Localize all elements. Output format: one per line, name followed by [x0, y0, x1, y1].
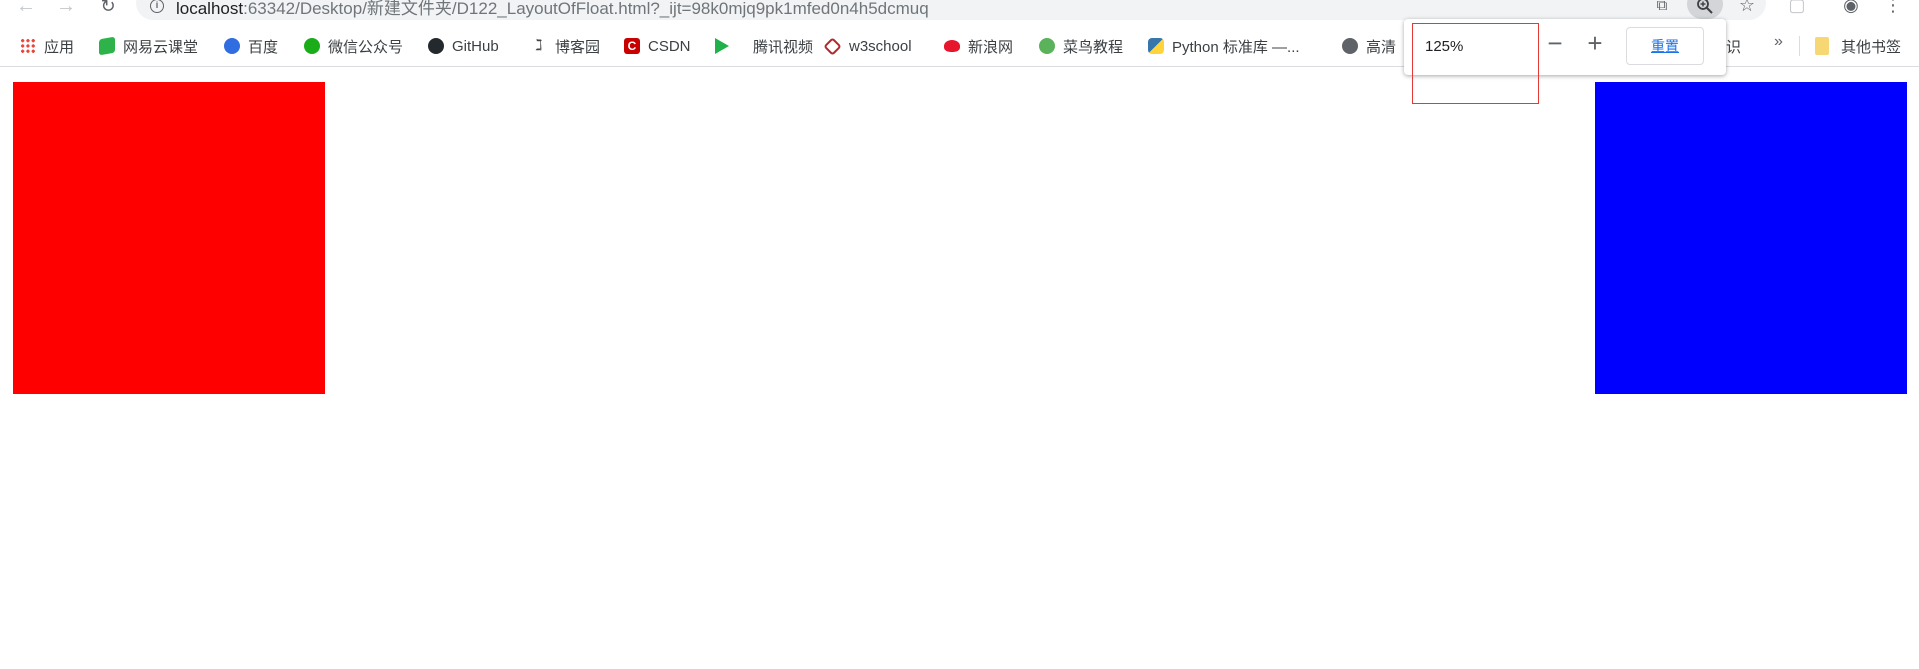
zoom-in-button[interactable]: + — [1580, 28, 1610, 58]
bookmark-label: 腾讯视频 — [753, 38, 814, 56]
globe-icon — [1342, 38, 1358, 54]
bookmark-sina[interactable]: 新浪网 — [944, 35, 1013, 57]
bookmark-label: 网易云课堂 — [123, 38, 199, 56]
wechat-icon — [304, 38, 320, 54]
folder-icon — [1815, 37, 1829, 55]
address-bar[interactable]: i localhost:63342/Desktop/新建文件夹/D122_Lay… — [136, 0, 1766, 20]
bookmark-label: GitHub — [452, 37, 499, 55]
apps-grid-icon — [20, 38, 36, 54]
bookmark-baidu[interactable]: 百度 — [224, 35, 278, 57]
menu-icon[interactable]: ⋮ — [1882, 0, 1904, 16]
tencent-video-icon — [715, 38, 743, 54]
bookmarks-separator — [1799, 36, 1800, 56]
bookmark-wechat[interactable]: 微信公众号 — [304, 35, 403, 57]
url-host: localhost — [176, 0, 244, 18]
page-content — [0, 67, 1919, 669]
url-text[interactable]: localhost:63342/Desktop/新建文件夹/D122_Layou… — [176, 0, 929, 19]
bookmark-runoob[interactable]: 菜鸟教程 — [1039, 35, 1123, 57]
sina-icon — [944, 40, 960, 52]
bookmark-label: 高清 — [1366, 38, 1397, 56]
bookmark-github[interactable]: GitHub — [428, 35, 499, 57]
browser-window: ← → ↻ i localhost:63342/Desktop/新建文件夹/D1… — [0, 0, 1919, 669]
bookmark-label: 识 — [1726, 38, 1742, 56]
bookmark-tencent-video[interactable]: 腾讯视频 — [715, 35, 813, 57]
bookmark-cnblogs[interactable]: ℷ 博客园 — [531, 35, 601, 57]
right-float-box — [1595, 82, 1907, 394]
bookmark-label: w3school — [849, 37, 912, 55]
bookmark-hidden-item[interactable]: 识 — [1726, 35, 1741, 57]
bookmark-label: 菜鸟教程 — [1063, 38, 1124, 56]
bookmark-label: 应用 — [44, 38, 75, 56]
python-icon — [1148, 38, 1164, 54]
bookmark-label: 百度 — [248, 38, 279, 56]
w3school-icon — [823, 36, 842, 56]
info-icon[interactable]: i — [150, 0, 164, 13]
left-float-box — [13, 82, 325, 394]
bookmark-netease[interactable]: 网易云课堂 — [99, 35, 198, 57]
baidu-paw-icon — [224, 38, 240, 54]
runoob-icon — [1039, 38, 1055, 54]
bookmark-apps[interactable]: 应用 — [20, 35, 74, 57]
bookmark-label: 其他书签 — [1841, 38, 1902, 56]
bookmark-label: 新浪网 — [968, 38, 1014, 56]
zoom-reset-button[interactable]: 重置 — [1626, 27, 1704, 65]
star-icon[interactable]: ☆ — [1736, 0, 1758, 16]
cnblogs-icon: ℷ — [535, 37, 543, 54]
bookmark-w3school[interactable]: w3school — [823, 35, 912, 57]
bookmark-python[interactable]: Python 标准库 —... — [1148, 35, 1300, 57]
netease-study-icon — [99, 36, 115, 56]
bookmark-other[interactable]: 其他书签 — [1815, 35, 1901, 57]
github-icon — [428, 38, 444, 54]
bookmark-csdn[interactable]: C CSDN — [624, 35, 691, 57]
csdn-icon: C — [624, 38, 640, 54]
bookmark-label: 博客园 — [555, 38, 601, 56]
forward-arrow-icon[interactable]: → — [54, 0, 78, 18]
bookmark-label: 微信公众号 — [328, 38, 404, 56]
bookmark-gaoqing[interactable]: 高清 — [1342, 35, 1396, 57]
url-path: :63342/Desktop/新建文件夹/D122_LayoutOfFloat.… — [243, 0, 929, 18]
extension-icon[interactable]: ▢ — [1786, 0, 1808, 16]
bookmark-label: Python 标准库 —... — [1172, 38, 1300, 56]
bookmarks-overflow-icon[interactable]: » — [1774, 33, 1783, 51]
account-icon[interactable]: ◉ — [1840, 0, 1862, 16]
back-arrow-icon[interactable]: ← — [14, 0, 38, 18]
translate-icon[interactable]: ⧉ — [1651, 0, 1673, 17]
zoom-out-button[interactable]: − — [1540, 28, 1570, 58]
reload-icon[interactable]: ↻ — [96, 0, 120, 18]
annotation-highlight-box — [1412, 23, 1539, 104]
bookmark-label: CSDN — [648, 37, 691, 55]
